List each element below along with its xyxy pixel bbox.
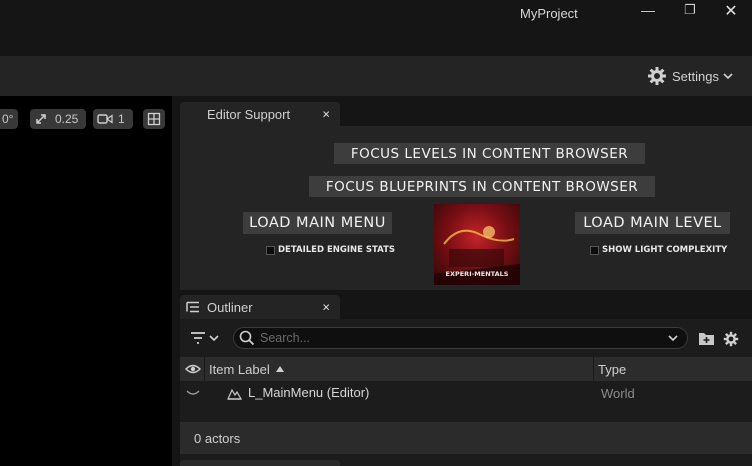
close-window-button[interactable]: ✕	[722, 1, 740, 21]
focus-blueprints-button[interactable]: Focus Blueprints in Content Browser	[309, 176, 655, 197]
focus-levels-button[interactable]: Focus Levels in Content Browser	[334, 143, 645, 164]
filter-icon	[191, 332, 205, 344]
camera-speed-chip[interactable]: 1	[93, 109, 133, 129]
eye-icon[interactable]	[185, 364, 201, 374]
chevron-down-icon	[209, 335, 219, 342]
camera-speed-value: 1	[118, 112, 125, 126]
close-icon[interactable]: ×	[322, 300, 330, 315]
detailed-engine-stats-label: Detailed Engine Stats	[278, 245, 396, 255]
scale-snap-value: 0.25	[55, 112, 79, 126]
detailed-engine-stats-checkbox[interactable]: Detailed Engine Stats	[266, 245, 395, 255]
sort-ascending-icon	[275, 366, 284, 372]
search-input[interactable]	[260, 331, 667, 345]
search-box[interactable]	[233, 327, 688, 349]
tab-editor-support[interactable]: Editor Support ×	[180, 102, 340, 126]
scale-icon	[36, 114, 46, 124]
gear-icon	[648, 67, 666, 85]
table-row[interactable]: L_MainMenu (Editor) World	[180, 382, 752, 404]
tab-outliner-label: Outliner	[207, 299, 253, 315]
load-main-menu-button[interactable]: Load Main Menu	[243, 212, 392, 234]
load-main-level-button[interactable]: Load Main Level	[575, 212, 730, 234]
title-bar: MyProject — ❐ ✕	[0, 0, 752, 56]
bottom-tab-edge[interactable]	[180, 460, 340, 466]
viewport[interactable]	[0, 96, 172, 466]
project-thumbnail: EXPERI-MENTALS	[434, 204, 520, 285]
outliner-status-bar: 0 actors	[180, 422, 752, 454]
row-label: L_MainMenu (Editor)	[248, 385, 370, 400]
gear-icon[interactable]	[723, 331, 739, 347]
tab-outliner[interactable]: Outliner ×	[180, 295, 340, 319]
minimize-button[interactable]: —	[640, 2, 656, 18]
tab-editor-support-label: Editor Support	[207, 106, 291, 122]
column-header-label[interactable]: Item Label	[209, 357, 285, 381]
column-type-text: Type	[598, 361, 627, 377]
row-type: World	[601, 386, 635, 401]
restore-button[interactable]: ❐	[682, 2, 698, 18]
outliner-icon	[186, 301, 199, 313]
search-icon	[239, 330, 255, 346]
window-title: MyProject	[520, 6, 578, 21]
close-icon[interactable]: ×	[322, 107, 330, 122]
column-header-type[interactable]: Type	[598, 357, 626, 381]
camera-icon	[97, 114, 113, 124]
column-label-text: Item Label	[209, 361, 270, 377]
checkbox-box[interactable]	[590, 245, 599, 255]
outliner-table-header: Item Label Type	[180, 357, 752, 381]
show-light-complexity-checkbox[interactable]: Show Light Complexity	[590, 245, 727, 255]
scale-snap-chip[interactable]: 0.25	[30, 109, 86, 129]
visibility-toggle-icon[interactable]	[186, 390, 200, 396]
chevron-down-icon	[723, 73, 733, 80]
checkbox-box[interactable]	[266, 245, 275, 255]
filter-button[interactable]	[190, 331, 220, 345]
rotation-snap-value: 0°	[2, 112, 14, 126]
settings-label: Settings	[672, 68, 719, 84]
layout-button[interactable]	[143, 109, 165, 129]
chevron-down-icon[interactable]	[667, 332, 679, 344]
world-icon	[227, 388, 242, 400]
main-toolbar: Settings	[0, 56, 752, 96]
show-light-complexity-label: Show Light Complexity	[602, 245, 728, 255]
add-folder-icon[interactable]	[698, 331, 715, 346]
grid-layout-icon	[147, 112, 161, 126]
settings-button[interactable]: Settings	[647, 65, 734, 87]
thumbnail-caption: EXPERI-MENTALS	[445, 270, 509, 278]
rotation-snap-chip[interactable]: 0°	[0, 109, 18, 129]
actor-count: 0 actors	[194, 431, 241, 446]
